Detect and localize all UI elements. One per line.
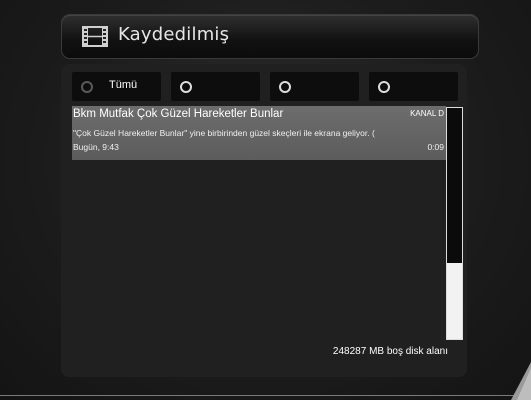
recording-duration: 0:09 <box>427 142 444 152</box>
recording-title: Bkm Mutfak Çok Güzel Hareketler Bunlar <box>73 108 284 120</box>
disk-free-text: 248287 MB boş disk alanı <box>332 346 448 357</box>
radio-icon <box>279 81 291 93</box>
disk-space-fill <box>447 262 462 339</box>
film-icon <box>82 26 108 47</box>
tab-3[interactable] <box>270 72 359 101</box>
tab-label: Tümü <box>109 79 138 91</box>
page-title: Kaydedilmiş <box>118 24 230 45</box>
recording-row[interactable]: Bkm Mutfak Çok Güzel Hareketler Bunlar K… <box>72 106 446 160</box>
tab-4[interactable] <box>369 72 458 101</box>
tab-2[interactable] <box>171 72 260 101</box>
radio-icon <box>180 81 192 93</box>
filter-tabs: Tümü <box>72 72 462 102</box>
recording-time: Bugün, 9:43 <box>73 142 119 152</box>
divider <box>0 395 520 396</box>
corner-decoration <box>511 362 531 400</box>
recording-description: "Çok Güzel Hareketler Bunlar" yine birbi… <box>73 128 375 138</box>
radio-icon <box>81 81 93 93</box>
page-header: Kaydedilmiş <box>61 14 479 59</box>
tab-all[interactable]: Tümü <box>72 72 161 101</box>
disk-space-bar <box>446 107 463 340</box>
recording-channel: KANAL D <box>410 109 444 118</box>
radio-icon <box>378 81 390 93</box>
